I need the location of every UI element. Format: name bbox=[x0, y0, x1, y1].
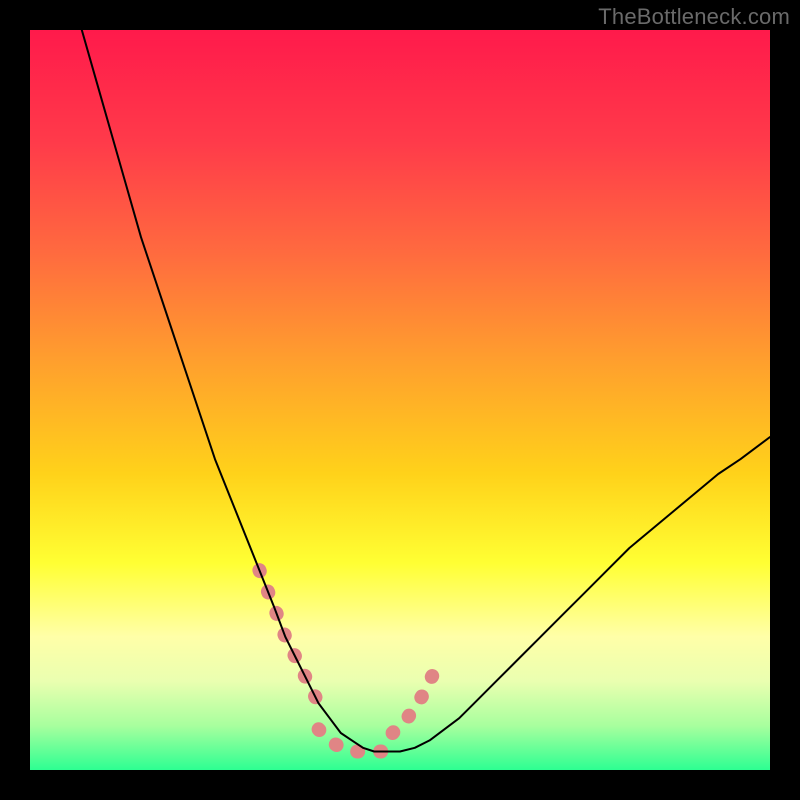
bottleneck-chart bbox=[30, 30, 770, 770]
chart-frame: TheBottleneck.com bbox=[0, 0, 800, 800]
gradient-backdrop bbox=[30, 30, 770, 770]
attribution-label: TheBottleneck.com bbox=[598, 4, 790, 30]
